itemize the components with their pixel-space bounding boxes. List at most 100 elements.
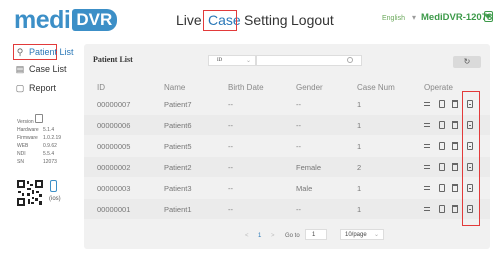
table-cell-id: 00000002	[97, 163, 131, 172]
nav-logout[interactable]: Logout	[291, 10, 334, 30]
prev-page-button[interactable]: <	[245, 233, 249, 239]
column-header-birth-date: Birth Date	[228, 83, 264, 92]
table-cell-cases: 1	[357, 205, 362, 214]
top-bar: medi DVR Live Case Setting Logout Englis…	[0, 0, 497, 40]
table-row: 00000006 Patient6 -- -- 1	[84, 115, 490, 135]
sidebar-item-patient-list[interactable]: ⚲ Patient List	[15, 45, 74, 59]
table-cell-gender: --	[296, 205, 301, 214]
table-cell-gender: Female	[296, 163, 322, 172]
settings-icon[interactable]	[424, 100, 430, 108]
table-cell-gender: --	[296, 142, 301, 151]
language-selector[interactable]: English	[382, 15, 405, 22]
chevron-down-icon: ▾	[412, 13, 417, 22]
report-column-highlight	[462, 91, 480, 226]
settings-icon[interactable]	[424, 142, 430, 150]
table-row: 00000002 Patient2 -- Female 2	[84, 157, 490, 177]
chevron-down-icon: ⌄	[245, 58, 251, 64]
table-row: 00000003 Patient3 -- Male 1	[84, 178, 490, 198]
table-cell-id: 00000003	[97, 184, 131, 193]
table-cell-name: Patient3	[164, 184, 192, 193]
column-header-case-num: Case Num	[357, 83, 395, 92]
refresh-button[interactable]: ↻	[453, 56, 481, 68]
sidebar-item-label: Patient List	[29, 47, 74, 57]
logo-text: medi	[14, 5, 71, 34]
sidebar-item-report[interactable]: ▢ Report	[15, 81, 56, 95]
document-icon[interactable]	[439, 121, 445, 129]
sidebar-item-label: Case List	[29, 64, 67, 74]
column-header-gender: Gender	[296, 83, 323, 92]
logo-badge: DVR	[72, 9, 118, 31]
table-cell-cases: 1	[357, 121, 362, 130]
table-cell-birth: --	[228, 121, 233, 130]
trash-icon[interactable]	[452, 184, 458, 192]
table-cell-name: Patient5	[164, 142, 192, 151]
search-input[interactable]	[256, 55, 362, 66]
column-header-id: ID	[97, 83, 105, 92]
sidebar-item-case-list[interactable]: ▤ Case List	[15, 62, 67, 76]
next-page-button[interactable]: >	[271, 233, 275, 239]
table-cell-cases: 1	[357, 100, 362, 109]
report-icon: ▢	[15, 82, 25, 93]
search-field-select[interactable]: ID ⌄	[208, 55, 256, 66]
app-logo: medi DVR	[14, 5, 118, 34]
table-cell-id: 00000007	[97, 100, 131, 109]
table-row: 00000007 Patient7 -- -- 1	[84, 94, 490, 114]
device-status-icon	[484, 11, 493, 22]
settings-icon[interactable]	[424, 205, 430, 213]
qr-label: (ios)	[49, 196, 61, 202]
table-cell-birth: --	[228, 100, 233, 109]
version-info: Version Hardware 5.1.4 Firmware 1.0.2.19 W…	[17, 119, 62, 165]
table-cell-cases: 2	[357, 163, 362, 172]
table-cell-name: Patient2	[164, 163, 192, 172]
table-cell-cases: 1	[357, 142, 362, 151]
table-cell-birth: --	[228, 184, 233, 193]
settings-icon[interactable]	[424, 163, 430, 171]
page-size-select[interactable]: 10/page ⌄	[340, 229, 384, 240]
table-row: 00000005 Patient5 -- -- 1	[84, 136, 490, 156]
table-cell-birth: --	[228, 163, 233, 172]
table-cell-name: Patient7	[164, 100, 192, 109]
person-icon: ⚲	[16, 46, 24, 57]
table-cell-id: 00000006	[97, 121, 131, 130]
nav-setting[interactable]: Setting	[244, 10, 288, 30]
search-icon	[347, 57, 353, 63]
case-icon: ▤	[15, 63, 25, 74]
table-cell-gender: --	[296, 100, 301, 109]
device-name: MediDVR-12073	[421, 12, 493, 23]
page-title: Patient List	[93, 55, 133, 64]
trash-icon[interactable]	[452, 100, 458, 108]
table-cell-id: 00000005	[97, 142, 131, 151]
document-icon[interactable]	[439, 142, 445, 150]
qr-code-icon	[17, 180, 43, 206]
table-cell-name: Patient1	[164, 205, 192, 214]
trash-icon[interactable]	[452, 142, 458, 150]
column-header-operate: Operate	[424, 83, 453, 92]
current-page[interactable]: 1	[258, 233, 261, 239]
phone-icon	[50, 180, 57, 192]
trash-icon[interactable]	[452, 205, 458, 213]
goto-label: Go to	[285, 233, 300, 239]
nav-live[interactable]: Live	[176, 10, 202, 30]
document-icon[interactable]	[439, 205, 445, 213]
goto-page-input[interactable]: 1	[305, 229, 327, 240]
table-cell-name: Patient6	[164, 121, 192, 130]
column-header-name: Name	[164, 83, 186, 92]
document-icon[interactable]	[439, 163, 445, 171]
sidebar-item-label: Report	[29, 83, 57, 93]
trash-icon[interactable]	[452, 121, 458, 129]
table-cell-birth: --	[228, 205, 233, 214]
table-cell-id: 00000001	[97, 205, 131, 214]
settings-icon[interactable]	[424, 184, 430, 192]
document-icon[interactable]	[439, 100, 445, 108]
table-cell-gender: Male	[296, 184, 313, 193]
settings-icon[interactable]	[424, 121, 430, 129]
chevron-down-icon: ⌄	[373, 232, 379, 238]
table-cell-cases: 1	[357, 184, 362, 193]
table-row: 00000001 Patient1 -- -- 1	[84, 199, 490, 219]
table-cell-birth: --	[228, 142, 233, 151]
refresh-icon: ↻	[463, 57, 471, 66]
nav-case-highlight	[203, 10, 237, 31]
trash-icon[interactable]	[452, 163, 458, 171]
table-cell-gender: --	[296, 121, 301, 130]
document-icon[interactable]	[439, 184, 445, 192]
